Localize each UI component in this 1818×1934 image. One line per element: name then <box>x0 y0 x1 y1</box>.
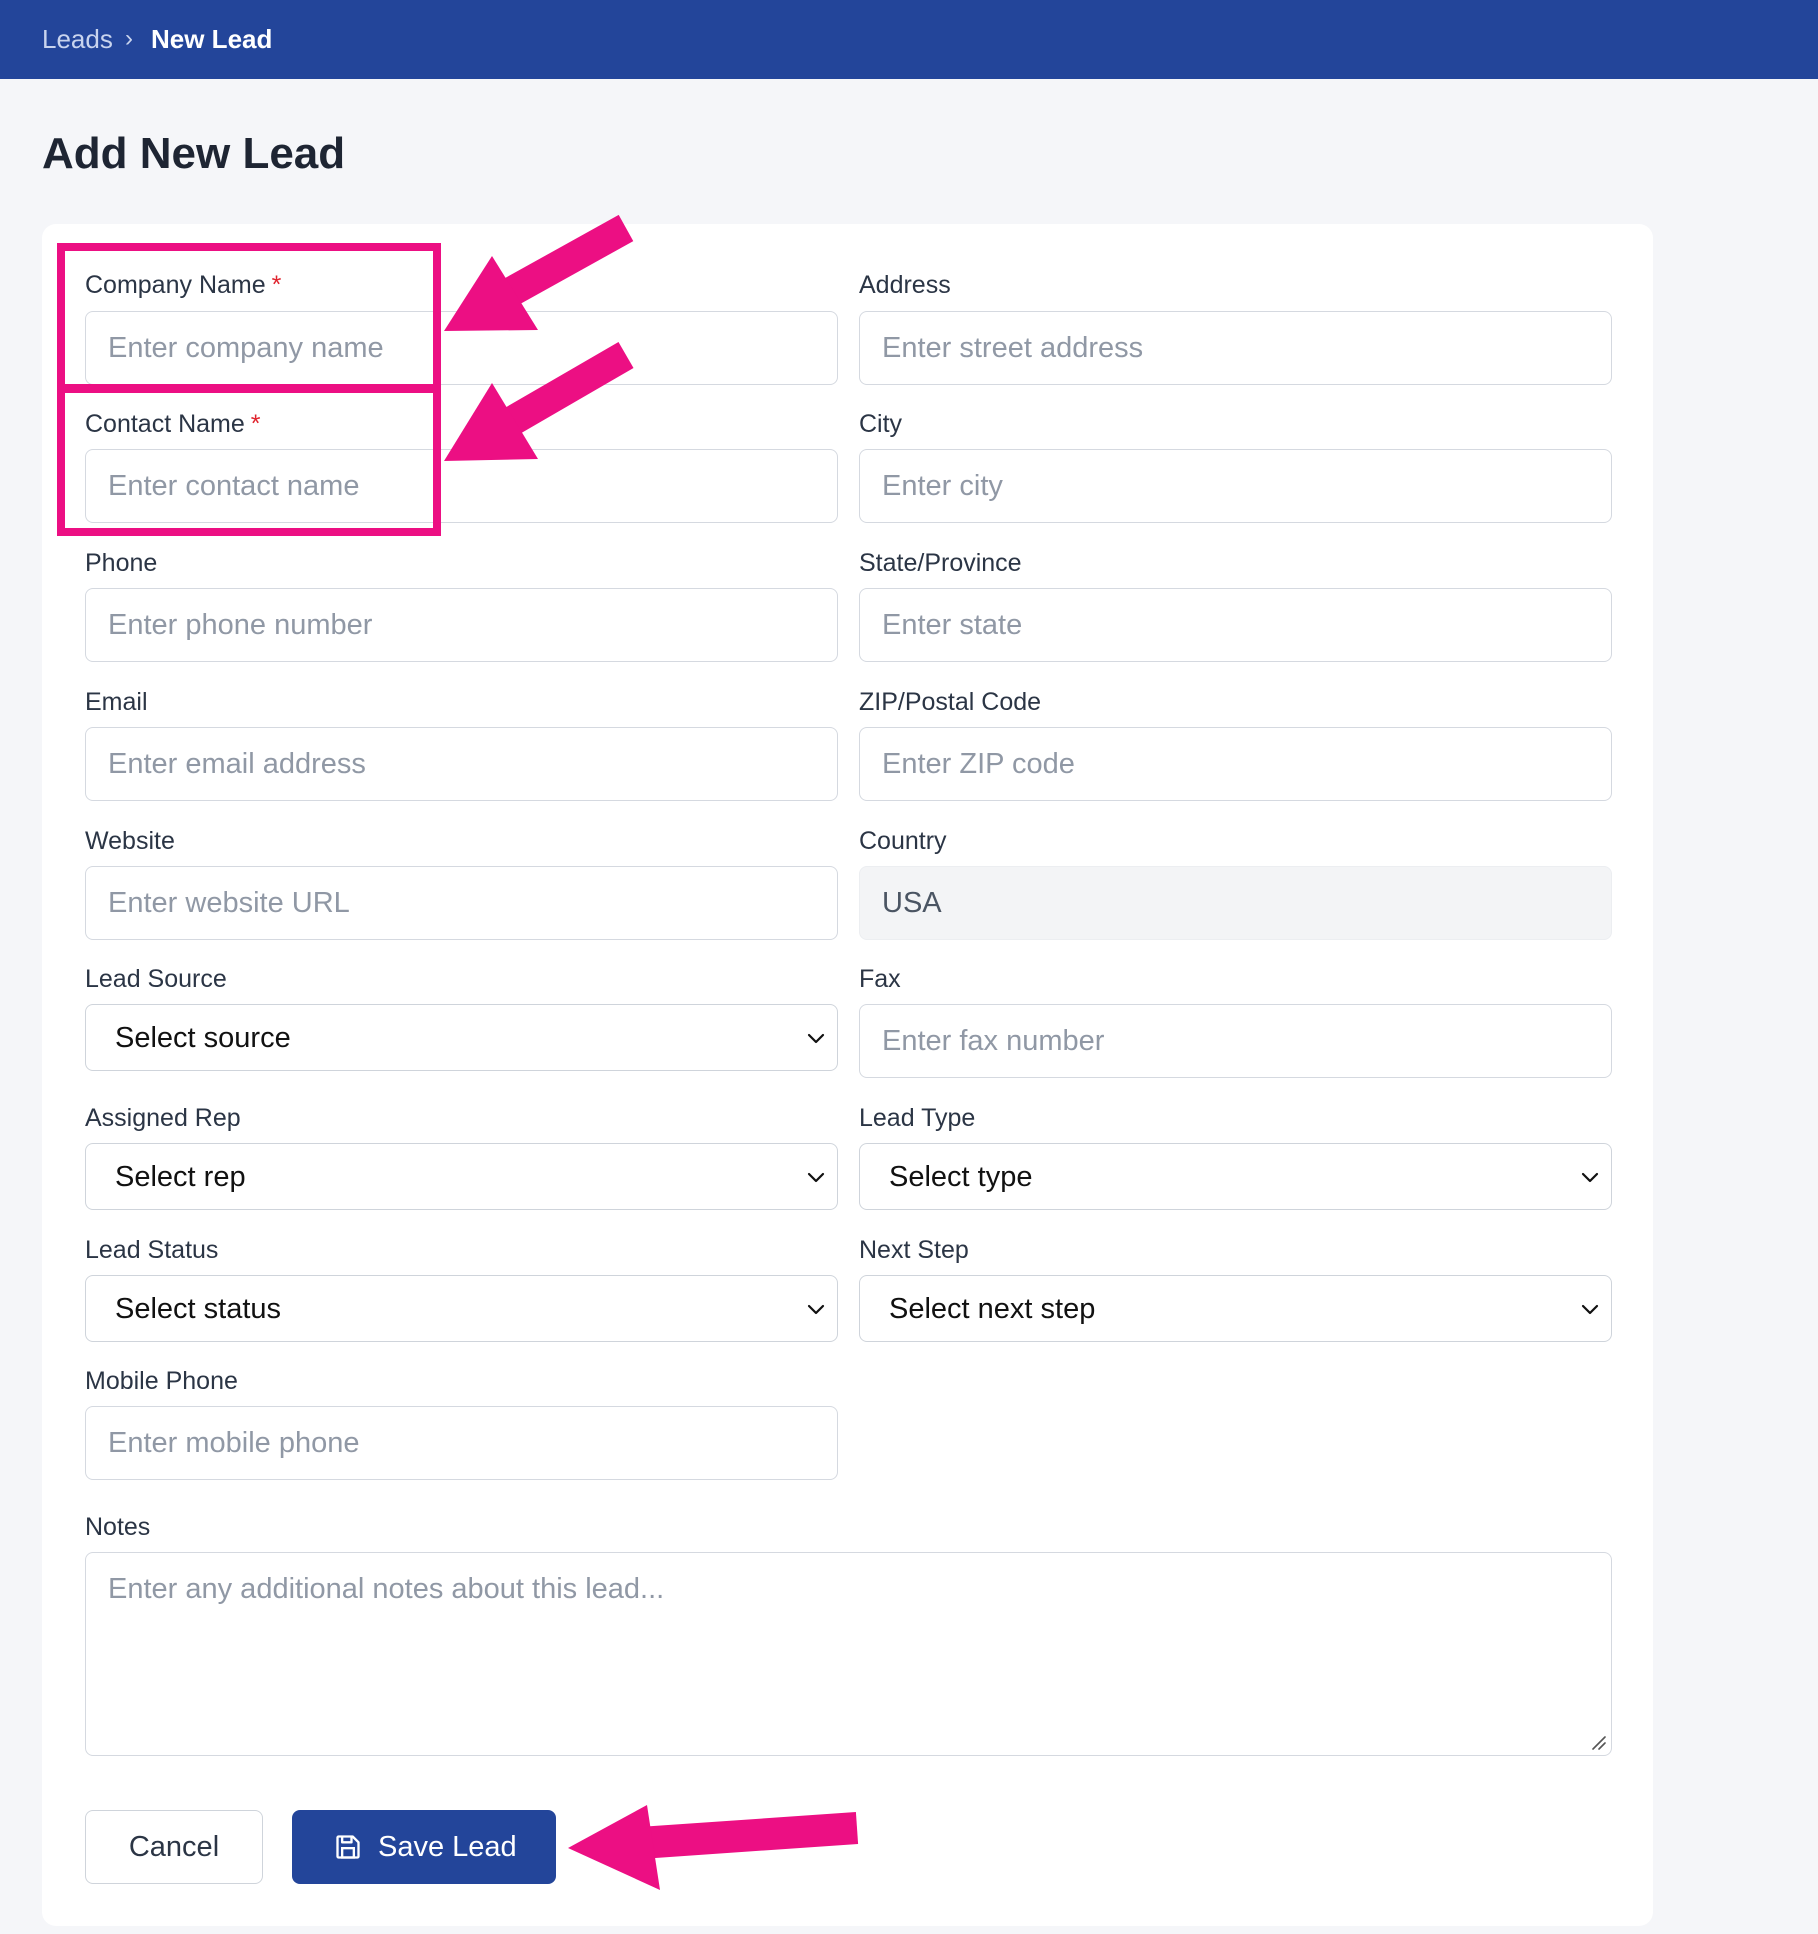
annotation-arrow-icon <box>444 214 634 331</box>
annotation-arrow-icon <box>444 342 634 461</box>
annotation-arrows <box>444 214 859 1890</box>
annotation-arrow-icon <box>568 1805 859 1890</box>
